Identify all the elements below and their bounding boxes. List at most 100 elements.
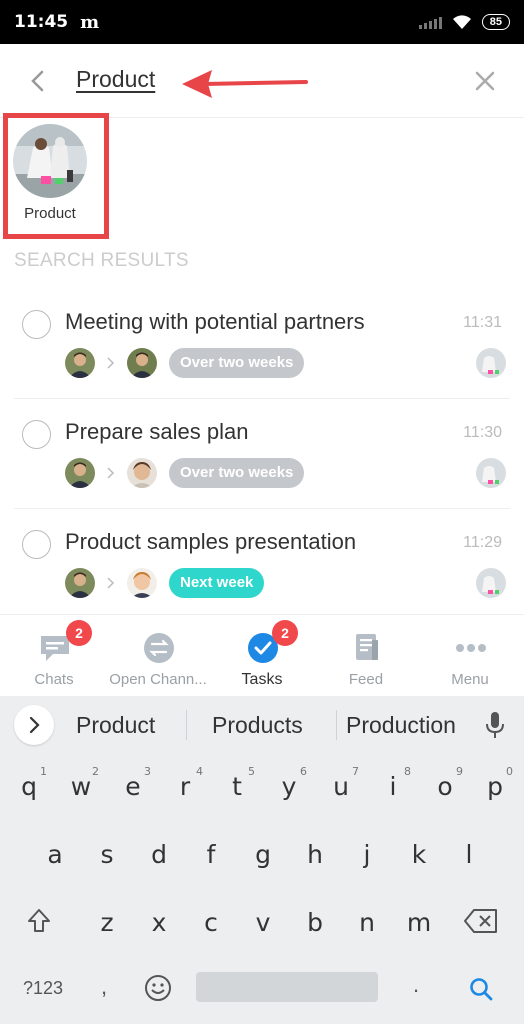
key-p[interactable]: p0 — [475, 762, 515, 812]
key-h[interactable]: h — [295, 830, 335, 880]
suggestion-expand-button[interactable] — [14, 705, 54, 745]
chevron-right-icon — [29, 716, 40, 734]
comma-key[interactable]: , — [94, 974, 114, 1000]
key-letter: p — [487, 772, 503, 801]
key-k[interactable]: k — [399, 830, 439, 880]
key-d[interactable]: d — [139, 830, 179, 880]
key-letter: g — [255, 840, 271, 869]
key-letter: e — [125, 772, 141, 801]
search-icon[interactable] — [468, 976, 494, 1002]
divider — [186, 710, 187, 740]
wifi-icon — [452, 15, 471, 29]
key-letter: x — [151, 908, 167, 937]
key-letter: c — [204, 908, 218, 937]
key-hint: 3 — [144, 765, 151, 778]
task-time: 11:30 — [463, 424, 502, 441]
key-m[interactable]: m — [399, 898, 439, 948]
task-row[interactable]: Product samples presentation 11:29 Next … — [14, 516, 510, 626]
creator-avatar — [65, 458, 95, 488]
more-dots-icon — [456, 644, 486, 652]
key-a[interactable]: a — [35, 830, 75, 880]
key-letter: k — [411, 840, 427, 869]
task-time: 11:31 — [463, 314, 502, 331]
backspace-icon[interactable] — [464, 908, 498, 934]
task-time: 11:29 — [463, 534, 502, 551]
key-letter: a — [47, 840, 63, 869]
key-letter: r — [179, 772, 191, 801]
key-c[interactable]: c — [191, 898, 231, 948]
key-j[interactable]: j — [347, 830, 387, 880]
key-f[interactable]: f — [191, 830, 231, 880]
symbols-key[interactable]: ?123 — [20, 978, 66, 999]
task-row[interactable]: Prepare sales plan 11:30 Over two weeks — [14, 406, 510, 516]
key-y[interactable]: y6 — [269, 762, 309, 812]
key-v[interactable]: v — [243, 898, 283, 948]
space-key[interactable] — [196, 972, 378, 1002]
task-checkbox[interactable] — [22, 420, 51, 449]
tab-menu[interactable]: Menu — [418, 615, 522, 697]
tab-open-channels[interactable]: Open Chann... — [106, 615, 210, 697]
key-letter: v — [255, 908, 271, 937]
key-o[interactable]: o9 — [425, 762, 465, 812]
tab-feed[interactable]: Feed — [314, 615, 418, 697]
chevron-right-icon — [107, 357, 115, 369]
key-letter: z — [100, 908, 114, 937]
key-q[interactable]: q1 — [9, 762, 49, 812]
key-e[interactable]: e3 — [113, 762, 153, 812]
group-avatar — [476, 348, 506, 378]
key-letter: y — [281, 772, 297, 801]
battery-indicator: 85 — [481, 14, 510, 30]
key-letter: u — [333, 772, 349, 801]
task-title: Product samples presentation — [65, 529, 357, 554]
key-n[interactable]: n — [347, 898, 387, 948]
key-hint: 6 — [300, 765, 307, 778]
key-s[interactable]: s — [87, 830, 127, 880]
clock: 11:45 — [14, 12, 69, 32]
tab-tasks[interactable]: 2 Tasks — [210, 615, 314, 697]
key-w[interactable]: w2 — [61, 762, 101, 812]
key-letter: f — [206, 840, 216, 869]
key-letter: n — [359, 908, 375, 937]
key-hint: 9 — [456, 765, 463, 778]
key-letter: d — [151, 840, 167, 869]
assignee-avatar — [127, 568, 157, 598]
search-query[interactable]: Product — [76, 66, 155, 93]
key-letter: q — [21, 772, 37, 801]
task-row[interactable]: Meeting with potential partners 11:31 Ov… — [14, 296, 510, 406]
key-l[interactable]: l — [449, 830, 489, 880]
key-letter: j — [363, 840, 371, 869]
shift-icon[interactable] — [24, 906, 54, 936]
microphone-icon[interactable] — [484, 710, 506, 740]
chevron-left-icon[interactable] — [24, 66, 54, 96]
key-x[interactable]: x — [139, 898, 179, 948]
chevron-right-icon — [107, 467, 115, 479]
suggestion-word[interactable]: Production — [346, 712, 456, 739]
key-t[interactable]: t5 — [217, 762, 257, 812]
suggestion-word[interactable]: Product — [76, 712, 155, 739]
key-g[interactable]: g — [243, 830, 283, 880]
assignee-avatar — [127, 348, 157, 378]
assignee-avatar — [127, 458, 157, 488]
key-letter: h — [307, 840, 323, 869]
creator-avatar — [65, 348, 95, 378]
key-i[interactable]: i8 — [373, 762, 413, 812]
key-r[interactable]: r4 — [165, 762, 205, 812]
key-hint: 4 — [196, 765, 203, 778]
close-icon[interactable] — [470, 66, 500, 96]
tab-chats[interactable]: 2 Chats — [2, 615, 106, 697]
status-bar: 11:45 m 85 — [0, 0, 524, 44]
divider — [336, 710, 337, 740]
key-z[interactable]: z — [87, 898, 127, 948]
search-header: Product — [0, 44, 524, 118]
key-letter: b — [307, 908, 323, 937]
key-b[interactable]: b — [295, 898, 335, 948]
tab-label: Open Chann... — [109, 671, 207, 688]
task-checkbox[interactable] — [22, 530, 51, 559]
period-key[interactable]: . — [406, 972, 426, 998]
key-u[interactable]: u7 — [321, 762, 361, 812]
emoji-icon[interactable] — [144, 974, 172, 1002]
on-screen-keyboard: Product Products Production q1 w2 e3 r4 … — [0, 696, 524, 1024]
task-checkbox[interactable] — [22, 310, 51, 339]
suggestion-word[interactable]: Products — [212, 712, 303, 739]
task-title: Prepare sales plan — [65, 419, 249, 444]
